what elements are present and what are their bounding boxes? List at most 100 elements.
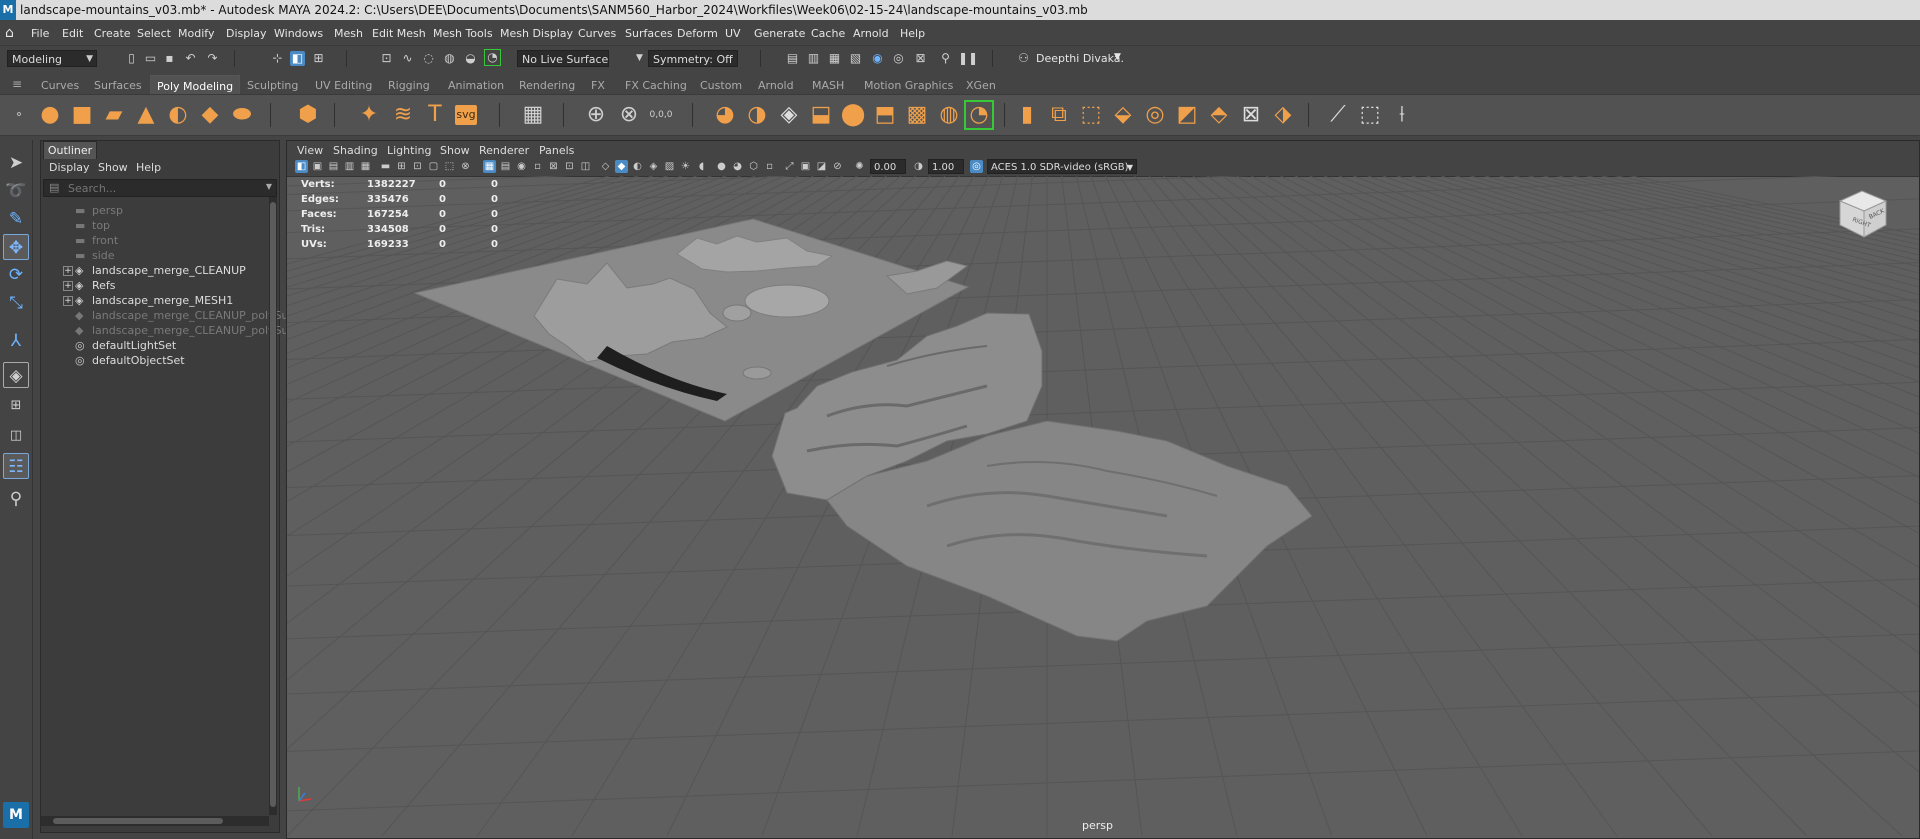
select-objects-icon[interactable]: ◧ bbox=[290, 51, 305, 66]
bevel-icon[interactable]: ⬚ bbox=[1078, 102, 1104, 128]
outliner-menu-help[interactable]: Help bbox=[136, 161, 161, 174]
edit-edge-flow-icon[interactable]: ⟋ bbox=[1325, 102, 1351, 128]
fill-hole-icon[interactable]: ◎ bbox=[1142, 102, 1168, 128]
poly-cylinder-icon[interactable]: ▰ bbox=[101, 102, 127, 128]
menu-set-dropdown[interactable]: Modeling ▼ bbox=[7, 50, 97, 67]
move-tool-icon[interactable]: ✥ bbox=[3, 234, 29, 260]
mirror-icon[interactable]: ⬓ bbox=[808, 102, 834, 128]
tab-motion-graphics[interactable]: Motion Graphics bbox=[864, 79, 953, 92]
menu-windows[interactable]: Windows bbox=[274, 27, 323, 40]
use-all-lights-icon[interactable]: ☀ bbox=[679, 160, 692, 173]
user-icon[interactable]: ⚇ bbox=[1016, 51, 1031, 66]
menu-mesh-display[interactable]: Mesh Display bbox=[500, 27, 573, 40]
select-tool-icon[interactable]: ➤ bbox=[3, 150, 29, 176]
image-plane-icon[interactable]: ▥ bbox=[343, 160, 356, 173]
symmetry-field[interactable]: Symmetry: Off bbox=[648, 50, 738, 67]
home-icon[interactable]: ⌂ bbox=[5, 25, 14, 41]
exposure-icon[interactable]: ✺ bbox=[853, 160, 866, 173]
search-icon[interactable]: ⚲ bbox=[3, 486, 29, 512]
shadows-icon[interactable]: ◖ bbox=[695, 160, 708, 173]
menu-mesh-tools[interactable]: Mesh Tools bbox=[433, 27, 493, 40]
reset-transform-icon[interactable]: 0,0,0 bbox=[648, 102, 674, 128]
smooth-icon[interactable]: ⬤ bbox=[840, 102, 866, 128]
tab-fx[interactable]: FX bbox=[591, 79, 605, 92]
expand-icon[interactable]: + bbox=[63, 281, 73, 291]
super-shape-icon[interactable]: ✦ bbox=[356, 102, 382, 128]
platonic-solid-icon[interactable]: ⬢ bbox=[295, 102, 321, 128]
viewport-menu-panels[interactable]: Panels bbox=[539, 144, 574, 157]
search-options-chevron-icon[interactable]: ▼ bbox=[266, 182, 272, 191]
view-cube[interactable]: RIGHT BACK bbox=[1832, 183, 1892, 243]
shelf-menu-icon[interactable]: ≡ bbox=[12, 77, 22, 91]
render-current-icon[interactable]: ▤ bbox=[785, 51, 800, 66]
outliner-layout-icon[interactable]: ☷ bbox=[3, 453, 29, 479]
outliner-tab[interactable]: Outliner bbox=[43, 141, 97, 159]
tab-curves[interactable]: Curves bbox=[41, 79, 79, 92]
retopologize-icon[interactable]: ◍ bbox=[936, 102, 962, 128]
slide-edge-icon[interactable]: ⟊ bbox=[1389, 102, 1415, 128]
bridge-icon[interactable]: ⧉ bbox=[1046, 102, 1072, 128]
grid-icon[interactable]: ⊞ bbox=[395, 160, 408, 173]
tab-xgen[interactable]: XGen bbox=[966, 79, 996, 92]
arnold-render-icon[interactable]: ⚲ bbox=[938, 51, 953, 66]
safe-title-icon[interactable]: ◉ bbox=[515, 160, 528, 173]
wireframe-icon[interactable]: ◇ bbox=[599, 160, 612, 173]
render-view-icon[interactable]: ◎ bbox=[891, 51, 906, 66]
exposure-field[interactable]: 0.00 bbox=[870, 159, 906, 174]
anti-aliasing-icon[interactable]: ⬡ bbox=[747, 160, 760, 173]
persp-outliner-layout-icon[interactable]: ◫ bbox=[3, 423, 29, 449]
svg-tool-icon[interactable]: svg bbox=[455, 105, 477, 125]
snap-curve-icon[interactable]: ∿ bbox=[400, 51, 415, 66]
tab-fx-caching[interactable]: FX Caching bbox=[625, 79, 687, 92]
resolution-gate-icon[interactable]: ▢ bbox=[427, 160, 440, 173]
color-management-icon[interactable]: ◎ bbox=[970, 160, 983, 173]
snap-grid-icon[interactable]: ⊡ bbox=[379, 51, 394, 66]
menu-create[interactable]: Create bbox=[94, 27, 131, 40]
backface-culling-icon[interactable]: ◪ bbox=[815, 160, 828, 173]
menu-edit-mesh[interactable]: Edit Mesh bbox=[372, 27, 426, 40]
expand-icon[interactable]: + bbox=[63, 266, 73, 276]
poly-disc-icon[interactable]: ⬬ bbox=[229, 102, 255, 128]
tab-custom[interactable]: Custom bbox=[700, 79, 742, 92]
live-surface-icon[interactable]: ◔ bbox=[484, 49, 501, 66]
camera-attributes-icon[interactable]: ▣ bbox=[311, 160, 324, 173]
snap-surface-icon[interactable]: ◒ bbox=[463, 51, 478, 66]
reduce-icon[interactable]: ⬒ bbox=[872, 102, 898, 128]
grid-toggle-icon[interactable]: ▦ bbox=[483, 160, 496, 173]
two-d-pan-icon[interactable]: ▦ bbox=[359, 160, 372, 173]
grease-pencil-icon[interactable]: ▬ bbox=[379, 160, 392, 173]
outliner-menu-show[interactable]: Show bbox=[98, 161, 128, 174]
field-chart-icon[interactable]: ⊗ bbox=[459, 160, 472, 173]
poly-plane-icon[interactable]: ◆ bbox=[197, 102, 223, 128]
sweep-mesh-icon[interactable]: ≋ bbox=[390, 102, 416, 128]
save-scene-icon[interactable]: ▪ bbox=[162, 51, 177, 66]
shelf-options-icon[interactable]: ⚬ bbox=[6, 102, 32, 128]
make-hole-icon[interactable]: ◩ bbox=[1174, 102, 1200, 128]
safe-action-icon[interactable]: ▤ bbox=[499, 160, 512, 173]
gate-mask-icon[interactable]: ⬚ bbox=[443, 160, 456, 173]
smooth-shade-icon[interactable]: ◆ bbox=[615, 160, 628, 173]
single-perspective-view-icon[interactable]: ◈ bbox=[3, 362, 29, 388]
render-settings-icon[interactable]: ▧ bbox=[848, 51, 863, 66]
menu-select[interactable]: Select bbox=[137, 27, 171, 40]
remesh-icon[interactable]: ▩ bbox=[904, 102, 930, 128]
outliner-item[interactable]: ◎ defaultObjectSet bbox=[41, 352, 271, 370]
snap-view-plane-icon[interactable]: ◍ bbox=[442, 51, 457, 66]
motion-blur-icon[interactable]: ◕ bbox=[731, 160, 744, 173]
menu-file[interactable]: File bbox=[31, 27, 49, 40]
select-camera-icon[interactable]: ◧ bbox=[295, 160, 308, 173]
ambient-occlusion-icon[interactable]: ● bbox=[715, 160, 728, 173]
default-material-icon[interactable]: ◐ bbox=[631, 160, 644, 173]
type-tool-icon[interactable]: T bbox=[422, 102, 448, 128]
viewport-menu-shading[interactable]: Shading bbox=[333, 144, 378, 157]
tab-surfaces[interactable]: Surfaces bbox=[94, 79, 142, 92]
color-space-dropdown[interactable]: ACES 1.0 SDR-video (sRGB) ▼ bbox=[987, 159, 1137, 174]
layout-editor-icon[interactable]: ▦ bbox=[520, 102, 546, 128]
outliner-search-input[interactable] bbox=[68, 181, 258, 195]
light-editor-icon[interactable]: ⊠ bbox=[913, 51, 928, 66]
menu-curves[interactable]: Curves bbox=[578, 27, 616, 40]
viewport-menu-lighting[interactable]: Lighting bbox=[387, 144, 431, 157]
user-chevron-down-icon[interactable]: ▼ bbox=[1114, 52, 1121, 62]
combine-icon[interactable]: ◕ bbox=[712, 102, 738, 128]
poly-sphere-icon[interactable]: ● bbox=[37, 102, 63, 128]
